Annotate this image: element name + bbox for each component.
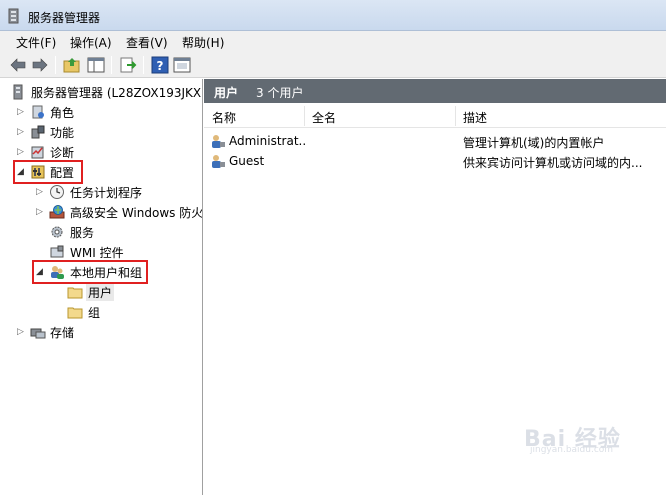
expand-icon[interactable]: ▷ <box>17 147 25 157</box>
expand-icon[interactable]: ▷ <box>17 107 25 117</box>
expand-icon[interactable]: ▷ <box>36 207 44 217</box>
tree-label: 诊断 <box>50 146 75 160</box>
cell-description: 管理计算机(域)的内置帐户 <box>463 136 605 150</box>
navigation-tree: 服务器管理器 (L28ZOX193JKX ▷ 角色 ▷ 功能 ▷ 诊断 ◢ 配置… <box>0 79 203 495</box>
column-fullname[interactable]: 全名 <box>312 109 336 126</box>
watermark-url: jingyan.baidu.com <box>530 445 614 455</box>
features-icon <box>30 124 46 140</box>
column-header: 名称 全名 描述 <box>204 104 666 128</box>
tree-item-diagnostics[interactable]: ▷ 诊断 <box>0 142 202 162</box>
firewall-icon <box>49 204 65 220</box>
expand-icon[interactable]: ▷ <box>17 327 25 337</box>
window-title: 服务器管理器 <box>28 11 101 25</box>
toolbar-separator <box>111 56 112 74</box>
clock-icon <box>49 184 65 200</box>
table-row[interactable]: Guest 供来宾访问计算机或访问域的内... <box>204 151 666 171</box>
content-panel: 用户 3 个用户 名称 全名 描述 Administrat... 管理计算机(域… <box>204 79 666 495</box>
cell-description: 供来宾访问计算机或访问域的内... <box>463 156 643 170</box>
tree-item-services[interactable]: 服务 <box>0 222 202 242</box>
storage-icon <box>30 324 46 340</box>
column-description[interactable]: 描述 <box>463 109 487 126</box>
column-divider[interactable] <box>304 106 305 126</box>
tree-label: 功能 <box>50 126 75 140</box>
tree-label: 服务 <box>70 226 95 240</box>
wmi-icon <box>49 244 65 260</box>
tree-item-wmi[interactable]: WMI 控件 <box>0 242 202 262</box>
properties-icon[interactable] <box>172 55 192 75</box>
diagnostics-icon <box>30 144 46 160</box>
toolbar-separator <box>55 56 56 74</box>
tree-item-roles[interactable]: ▷ 角色 <box>0 102 202 122</box>
tree-label: 用户 <box>86 284 115 301</box>
up-folder-icon[interactable] <box>62 55 82 75</box>
tree-item-root[interactable]: 服务器管理器 (L28ZOX193JKX <box>0 82 202 102</box>
forward-icon[interactable] <box>30 55 50 75</box>
tree-label: WMI 控件 <box>70 246 124 260</box>
folder-icon <box>67 284 83 300</box>
services-gear-icon <box>49 224 65 240</box>
panel-header: 用户 3 个用户 <box>204 79 666 103</box>
roles-icon <box>30 104 46 120</box>
tree-label: 组 <box>88 306 101 320</box>
toolbar-separator <box>143 56 144 74</box>
table-row[interactable]: Administrat... 管理计算机(域)的内置帐户 <box>204 131 666 151</box>
show-hide-tree-icon[interactable] <box>86 55 106 75</box>
menu-view[interactable]: 查看(V) <box>124 34 170 51</box>
panel-title: 用户 <box>214 86 239 100</box>
export-list-icon[interactable] <box>118 55 138 75</box>
watermark: Bai 经验 jingyan.baidu.com <box>524 421 644 457</box>
highlight-configuration <box>13 160 83 184</box>
server-manager-icon <box>6 8 22 24</box>
tree-item-features[interactable]: ▷ 功能 <box>0 122 202 142</box>
tree-item-storage[interactable]: ▷ 存储 <box>0 322 202 342</box>
menu-file[interactable]: 文件(F) <box>14 34 58 51</box>
cell-name: Guest <box>229 154 265 168</box>
tree-label: 任务计划程序 <box>70 186 143 200</box>
user-icon <box>210 153 226 169</box>
menu-help[interactable]: 帮助(H) <box>180 34 226 51</box>
tree-item-users[interactable]: 用户 <box>0 282 202 302</box>
menu-bar: 文件(F) 操作(A) 查看(V) 帮助(H) <box>0 31 666 52</box>
server-icon <box>10 84 26 100</box>
back-icon[interactable] <box>8 55 28 75</box>
tree-label: 高级安全 Windows 防火 <box>70 206 203 220</box>
column-divider[interactable] <box>455 106 456 126</box>
toolbar: ? <box>0 52 666 78</box>
title-bar: 服务器管理器 <box>0 0 666 31</box>
tree-label: 角色 <box>50 106 75 120</box>
tree-label: 存储 <box>50 326 75 340</box>
user-icon <box>210 133 226 149</box>
help-icon[interactable]: ? <box>150 55 170 75</box>
highlight-local-users-groups <box>32 260 148 284</box>
folder-icon <box>67 304 83 320</box>
tree-item-firewall[interactable]: ▷ 高级安全 Windows 防火 <box>0 202 203 222</box>
panel-count: 3 个用户 <box>256 86 304 100</box>
tree-item-groups[interactable]: 组 <box>0 302 202 322</box>
tree-item-task-scheduler[interactable]: ▷ 任务计划程序 <box>0 182 202 202</box>
menu-action[interactable]: 操作(A) <box>68 34 114 51</box>
cell-name: Administrat... <box>229 134 305 148</box>
expand-icon[interactable]: ▷ <box>17 127 25 137</box>
svg-text:?: ? <box>157 59 164 73</box>
expand-icon[interactable]: ▷ <box>36 187 44 197</box>
tree-label: 服务器管理器 (L28ZOX193JKX <box>31 86 202 100</box>
column-name[interactable]: 名称 <box>212 109 236 126</box>
